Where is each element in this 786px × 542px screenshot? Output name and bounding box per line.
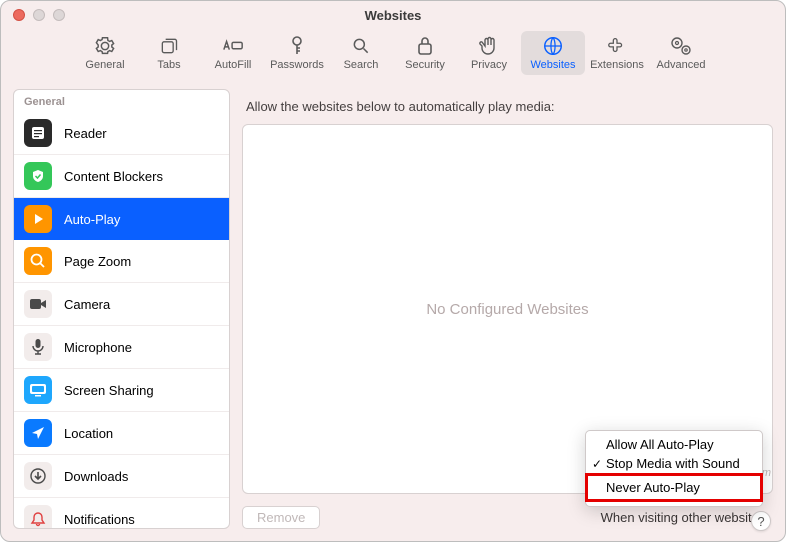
hand-icon bbox=[479, 35, 499, 57]
sidebar-item-camera[interactable]: Camera bbox=[14, 283, 229, 326]
sidebar-item-screen-sharing[interactable]: Screen Sharing bbox=[14, 369, 229, 412]
sidebar-item-content-blockers[interactable]: Content Blockers bbox=[14, 155, 229, 198]
menu-item-label: Stop Media with Sound bbox=[606, 456, 740, 471]
toolbar-websites[interactable]: Websites bbox=[521, 31, 585, 75]
sidebar-item-notifications[interactable]: Notifications bbox=[14, 498, 229, 529]
screen-sharing-icon bbox=[24, 376, 52, 404]
toolbar-label: Advanced bbox=[657, 59, 706, 71]
sidebar-item-label: Notifications bbox=[64, 512, 135, 527]
toolbar-label: Privacy bbox=[471, 59, 507, 71]
sidebar-item-label: Microphone bbox=[64, 340, 132, 355]
content-area: General Reader Content Blockers Auto-Pla… bbox=[1, 81, 785, 541]
sidebar-item-label: Content Blockers bbox=[64, 169, 163, 184]
toolbar-general[interactable]: General bbox=[73, 31, 137, 75]
sidebar-item-downloads[interactable]: Downloads bbox=[14, 455, 229, 498]
autoplay-policy-menu[interactable]: Allow All Auto-Play ✓ Stop Media with So… bbox=[585, 430, 763, 507]
toolbar-passwords[interactable]: Passwords bbox=[265, 31, 329, 75]
shield-check-icon bbox=[24, 162, 52, 190]
preferences-window: Websites General Tabs AutoFill Password bbox=[0, 0, 786, 542]
toolbar-privacy[interactable]: Privacy bbox=[457, 31, 521, 75]
toolbar-label: Tabs bbox=[157, 59, 180, 71]
toolbar-tabs[interactable]: Tabs bbox=[137, 31, 201, 75]
tabs-icon bbox=[159, 35, 179, 57]
allow-media-label: Allow the websites below to automaticall… bbox=[242, 89, 773, 124]
camera-icon bbox=[24, 290, 52, 318]
puzzle-icon bbox=[606, 35, 628, 57]
toolbar-security[interactable]: Security bbox=[393, 31, 457, 75]
play-icon bbox=[24, 205, 52, 233]
toolbar-label: Security bbox=[405, 59, 445, 71]
search-icon bbox=[351, 35, 371, 57]
toolbar-label: AutoFill bbox=[215, 59, 252, 71]
sidebar-item-page-zoom[interactable]: Page Zoom bbox=[14, 240, 229, 283]
toolbar-search[interactable]: Search bbox=[329, 31, 393, 75]
sidebar-item-label: Camera bbox=[64, 297, 110, 312]
gear-icon bbox=[94, 35, 116, 57]
download-icon bbox=[24, 462, 52, 490]
menu-item-stop-sound[interactable]: ✓ Stop Media with Sound bbox=[586, 454, 762, 473]
help-label: ? bbox=[757, 514, 764, 529]
sidebar-item-label: Downloads bbox=[64, 469, 128, 484]
sidebar-item-label: Auto-Play bbox=[64, 212, 120, 227]
sidebar: General Reader Content Blockers Auto-Pla… bbox=[13, 89, 230, 529]
key-icon bbox=[288, 35, 306, 57]
sidebar-section-header: General bbox=[14, 90, 229, 112]
toolbar-label: General bbox=[85, 59, 124, 71]
menu-item-label: Allow All Auto-Play bbox=[606, 437, 714, 452]
bottom-row: Remove When visiting other websites: bbox=[242, 506, 773, 529]
menu-item-never[interactable]: Never Auto-Play bbox=[585, 473, 763, 502]
menu-item-label: Never Auto-Play bbox=[606, 480, 700, 495]
sidebar-item-label: Location bbox=[64, 426, 113, 441]
sidebar-item-reader[interactable]: Reader bbox=[14, 112, 229, 155]
toolbar-advanced[interactable]: Advanced bbox=[649, 31, 713, 75]
help-button[interactable]: ? bbox=[751, 511, 771, 531]
globe-icon bbox=[542, 35, 564, 57]
toolbar-label: Search bbox=[344, 59, 379, 71]
sidebar-item-microphone[interactable]: Microphone bbox=[14, 326, 229, 369]
location-icon bbox=[24, 419, 52, 447]
bell-icon bbox=[24, 505, 52, 529]
zoom-icon bbox=[24, 247, 52, 275]
prefs-toolbar: General Tabs AutoFill Passwords Search bbox=[1, 29, 785, 81]
reader-icon bbox=[24, 119, 52, 147]
toolbar-label: Websites bbox=[530, 59, 575, 71]
sidebar-item-location[interactable]: Location bbox=[14, 412, 229, 455]
toolbar-extensions[interactable]: Extensions bbox=[585, 31, 649, 75]
toolbar-label: Extensions bbox=[590, 59, 644, 71]
microphone-icon bbox=[24, 333, 52, 361]
checkmark-icon: ✓ bbox=[592, 457, 606, 471]
remove-button[interactable]: Remove bbox=[242, 506, 320, 529]
sidebar-item-auto-play[interactable]: Auto-Play bbox=[14, 198, 229, 240]
sidebar-item-label: Page Zoom bbox=[64, 254, 131, 269]
titlebar: Websites bbox=[1, 1, 785, 29]
main-panel: Allow the websites below to automaticall… bbox=[242, 89, 773, 529]
lock-icon bbox=[416, 35, 434, 57]
toolbar-autofill[interactable]: AutoFill bbox=[201, 31, 265, 75]
window-title: Websites bbox=[1, 8, 785, 23]
empty-list-text: No Configured Websites bbox=[426, 301, 588, 318]
menu-item-allow-all[interactable]: Allow All Auto-Play bbox=[586, 435, 762, 454]
sidebar-item-label: Screen Sharing bbox=[64, 383, 154, 398]
toolbar-label: Passwords bbox=[270, 59, 324, 71]
other-websites-label: When visiting other websites: bbox=[601, 510, 769, 525]
autofill-icon bbox=[222, 35, 244, 57]
sidebar-item-label: Reader bbox=[64, 126, 107, 141]
gears-icon bbox=[669, 35, 693, 57]
